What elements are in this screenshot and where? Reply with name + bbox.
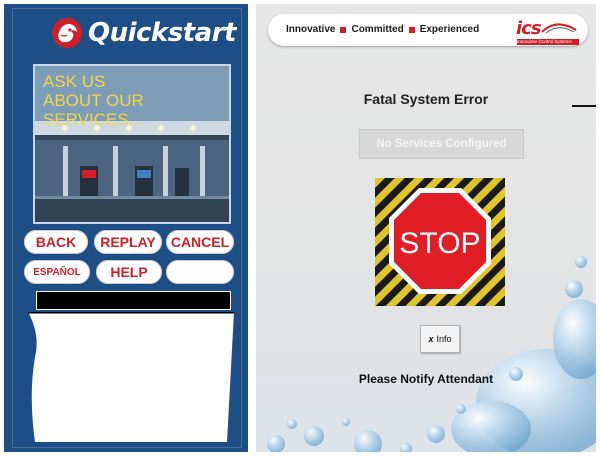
swoosh-icon (542, 23, 577, 34)
ics-logo-subtitle: Innovative Control Systems (517, 39, 579, 45)
info-button-label: Info (436, 334, 452, 344)
error-screen: Innovative Committed Experienced ics Inn… (256, 4, 596, 452)
ad-headline: ASK US ABOUT OUR SERVICES... (43, 72, 144, 129)
cancel-button[interactable]: CANCEL (166, 230, 234, 254)
ics-logo-name: ics (516, 18, 542, 39)
tagline-word: Experienced (419, 24, 480, 35)
ad-line: SERVICES... (43, 110, 143, 129)
error-title: Fatal System Error (363, 91, 489, 107)
info-button[interactable]: x Info (420, 325, 460, 353)
divider-line (572, 105, 596, 107)
bullet-square-icon (408, 26, 415, 33)
services-ad-image: ASK US ABOUT OUR SERVICES... (33, 64, 231, 224)
notify-attendant-message: Please Notify Attendant (358, 372, 494, 386)
back-button[interactable]: BACK (24, 230, 88, 254)
stop-sign-icon: STOP (375, 178, 505, 306)
brand-name: Quickstart (88, 18, 236, 48)
company-tagline: Innovative Committed Experienced (286, 24, 479, 35)
help-button[interactable]: HELP (96, 260, 162, 284)
tagline-word: Committed (351, 24, 404, 35)
tagline-word: Innovative (286, 24, 336, 35)
ad-line: ASK US (43, 72, 106, 91)
stop-sign-text: STOP (399, 227, 480, 260)
bullet-square-icon (340, 26, 347, 33)
message-display-bar (36, 291, 231, 310)
receipt-paper (28, 312, 234, 442)
ad-line: ABOUT OUR (43, 91, 144, 110)
ics-header-bar: Innovative Committed Experienced ics Inn… (268, 14, 588, 46)
kiosk-left-panel: Quickstart ASK US ABOUT OUR SERVICES... … (4, 4, 248, 452)
lion-emblem-icon (52, 18, 82, 48)
espanol-button[interactable]: ESPAÑOL (24, 260, 90, 284)
no-services-button[interactable]: No Services Configured (359, 129, 524, 159)
quickstart-logo: Quickstart (50, 16, 236, 50)
blank-button[interactable] (166, 260, 234, 284)
ics-logo: ics Innovative Control Systems (516, 18, 579, 45)
replay-button[interactable]: REPLAY (94, 230, 162, 254)
close-x-icon: x (428, 334, 434, 344)
